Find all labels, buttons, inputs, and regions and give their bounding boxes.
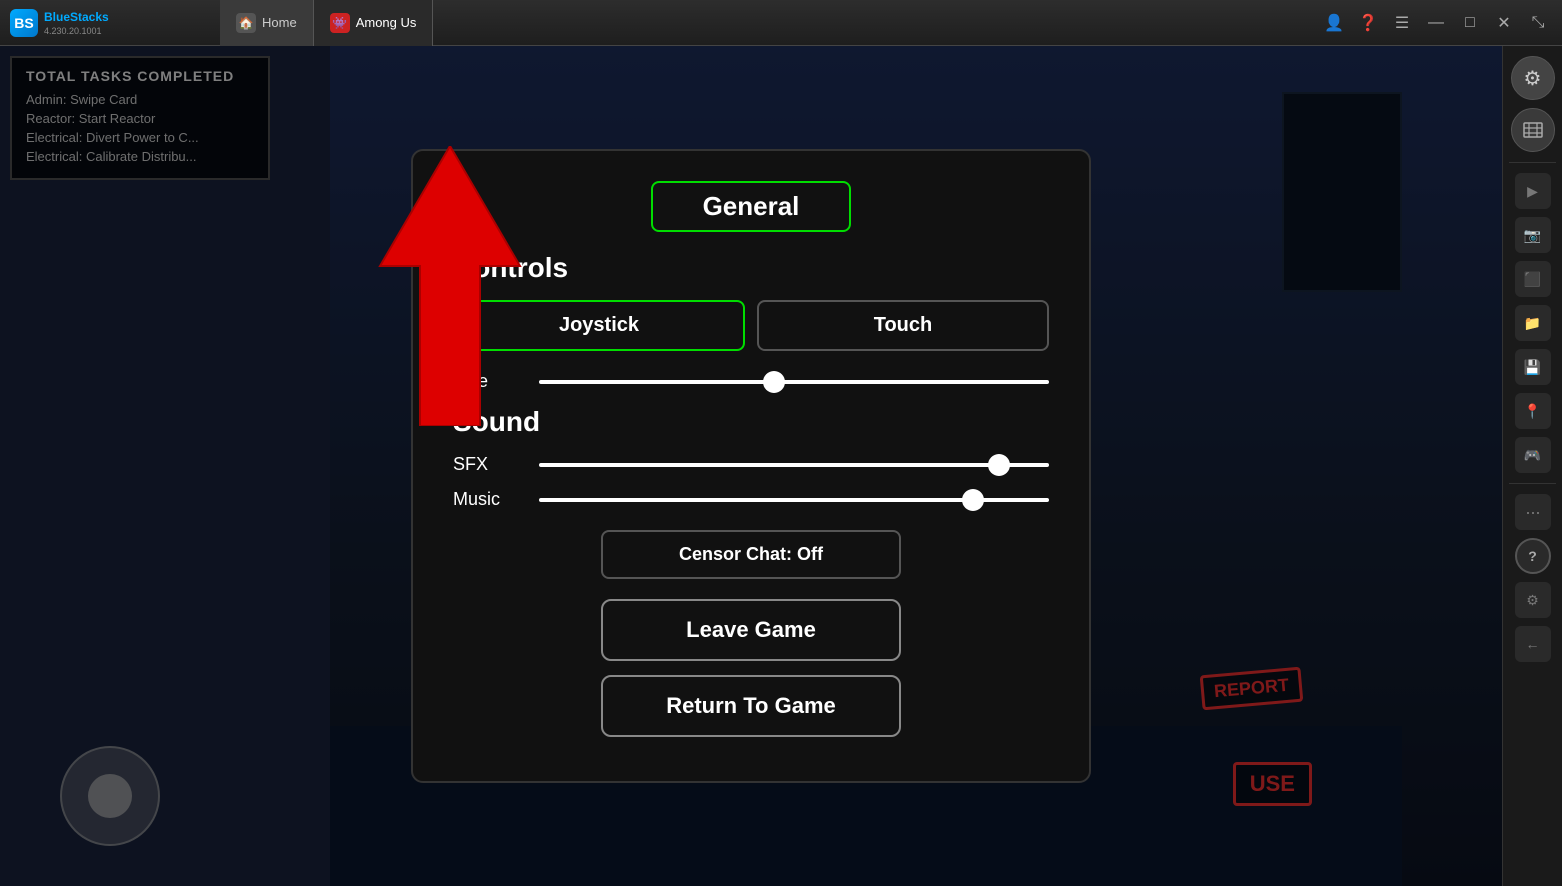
sidebar-divider-1 — [1509, 162, 1556, 163]
cast-button[interactable]: ▶ — [1515, 173, 1551, 209]
record-button[interactable]: ⬛ — [1515, 261, 1551, 297]
right-sidebar: ⚙ ▶ 📷 ⬛ 📁 💾 📍 🎮 ··· ? ⚙ ← — [1502, 46, 1562, 886]
maximize-button[interactable]: □ — [1454, 7, 1486, 39]
account-button[interactable]: 👤 — [1318, 7, 1350, 39]
size-slider-track[interactable] — [539, 380, 1049, 384]
among-us-tab-label: Among Us — [356, 15, 417, 30]
map-icon — [1522, 119, 1544, 141]
controls-type-row: Joystick Touch — [453, 300, 1049, 351]
tab-among-us[interactable]: 👾 Among Us — [314, 0, 434, 46]
sfx-slider-track[interactable] — [539, 463, 1049, 467]
game-area: TOTAL TASKS COMPLETED Admin: Swipe Card … — [0, 46, 1502, 886]
menu-button[interactable]: ☰ — [1386, 7, 1418, 39]
size-label: Size — [453, 371, 523, 392]
censor-chat-button[interactable]: Censor Chat: Off — [601, 530, 901, 579]
bluestacks-info: BlueStacks 4.230.20.1001 — [44, 10, 109, 36]
sound-section-title: Sound — [453, 406, 1049, 438]
minimize-button[interactable]: — — [1420, 7, 1452, 39]
return-to-game-button[interactable]: Return To Game — [601, 675, 901, 737]
bluestacks-logo: BS BlueStacks 4.230.20.1001 — [0, 9, 220, 37]
close-button[interactable]: ✕ — [1488, 7, 1520, 39]
joystick-button[interactable]: Joystick — [453, 300, 745, 351]
sfx-label: SFX — [453, 454, 523, 475]
settings-modal: General Controls Joystick Touch Size Sou… — [411, 149, 1091, 783]
help-button[interactable]: ❓ — [1352, 7, 1384, 39]
sidebar-divider-2 — [1509, 483, 1556, 484]
gamepad-button[interactable]: 🎮 — [1515, 437, 1551, 473]
touch-button[interactable]: Touch — [757, 300, 1049, 351]
home-tab-label: Home — [262, 15, 297, 30]
home-tab-icon: 🏠 — [236, 13, 256, 33]
bluestacks-config-button[interactable]: ⚙ — [1515, 582, 1551, 618]
help-sidebar-button[interactable]: ? — [1515, 538, 1551, 574]
bluestacks-icon: BS — [10, 9, 38, 37]
tab-home[interactable]: 🏠 Home — [220, 0, 314, 46]
screenshot-button[interactable]: 📷 — [1515, 217, 1551, 253]
fullscreen-button[interactable]: ⤡ — [1522, 7, 1554, 39]
back-button[interactable]: ← — [1515, 626, 1551, 662]
sfx-slider-row: SFX — [453, 454, 1049, 475]
modal-overlay: General Controls Joystick Touch Size Sou… — [0, 46, 1502, 886]
music-label: Music — [453, 489, 523, 510]
topbar: BS BlueStacks 4.230.20.1001 🏠 Home 👾 Amo… — [0, 0, 1562, 46]
music-slider-track[interactable] — [539, 498, 1049, 502]
general-tab-container: General — [453, 181, 1049, 232]
game-scene: TOTAL TASKS COMPLETED Admin: Swipe Card … — [0, 46, 1502, 886]
bluestacks-version: 4.230.20.1001 — [44, 26, 109, 36]
window-controls: 👤 ❓ ☰ — □ ✕ ⤡ — [1318, 7, 1562, 39]
bluestacks-settings-button[interactable]: ⚙ — [1511, 56, 1555, 100]
size-slider-thumb[interactable] — [763, 371, 785, 393]
save-state-button[interactable]: 💾 — [1515, 349, 1551, 385]
sfx-slider-thumb[interactable] — [988, 454, 1010, 476]
leave-game-button[interactable]: Leave Game — [601, 599, 901, 661]
location-button[interactable]: 📍 — [1515, 393, 1551, 429]
general-tab-button[interactable]: General — [651, 181, 852, 232]
music-slider-thumb[interactable] — [962, 489, 984, 511]
music-slider-row: Music — [453, 489, 1049, 510]
map-button[interactable] — [1511, 108, 1555, 152]
size-slider-row: Size — [453, 371, 1049, 392]
bluestacks-name: BlueStacks — [44, 10, 109, 24]
controls-section-title: Controls — [453, 252, 1049, 284]
more-button[interactable]: ··· — [1515, 494, 1551, 530]
among-us-tab-icon: 👾 — [330, 13, 350, 33]
files-button[interactable]: 📁 — [1515, 305, 1551, 341]
